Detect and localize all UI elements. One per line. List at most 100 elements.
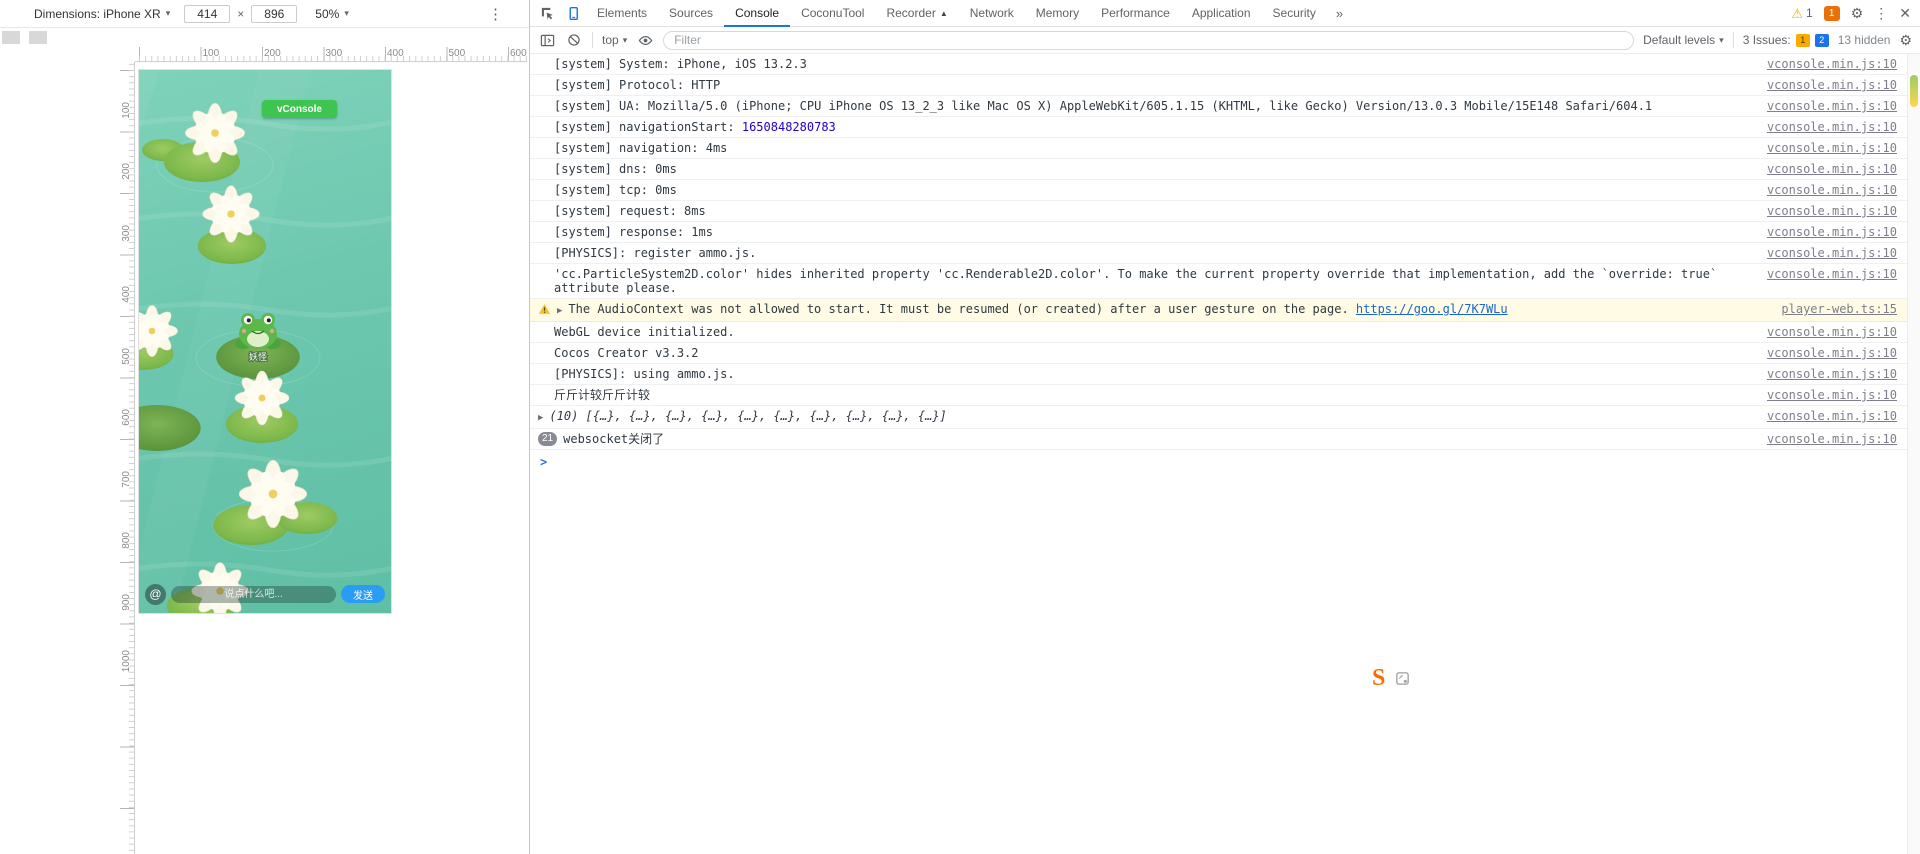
ruler-label: 1000 [121,650,132,673]
source-link[interactable]: vconsole.min.js:10 [1767,325,1897,339]
vconsole-button[interactable]: vConsole [262,100,337,118]
console-sidebar-icon[interactable] [538,31,556,49]
ruler-label: 200 [264,48,281,59]
send-button[interactable]: 发送 [341,585,385,603]
scrollbar-thumb[interactable] [1910,75,1918,107]
console-settings-gear-icon[interactable]: ⚙ [1899,33,1912,47]
chevron-down-icon: ▾ [344,8,349,18]
tab-security[interactable]: Security [1262,0,1327,27]
device-toolbar-toggle-icon[interactable] [560,0,586,26]
more-tabs-icon[interactable]: » [1327,6,1352,21]
device-toolbar: Dimensions: iPhone XR ▾ × 50% ▾ ⋮ [0,0,529,28]
window-fragment [2,31,20,44]
console-message: [system] UA: Mozilla/5.0 (iPhone; CPU iP… [530,96,1907,117]
source-link[interactable]: player-web.ts:15 [1781,302,1897,316]
hidden-messages-count[interactable]: 13 hidden [1838,33,1891,47]
source-link[interactable]: vconsole.min.js:10 [1767,367,1897,381]
source-link[interactable]: vconsole.min.js:10 [1767,246,1897,260]
chat-input[interactable] [171,585,336,603]
devtools-menu-icon[interactable]: ⋮ [1874,6,1888,20]
device-type-dropdown[interactable]: Dimensions: iPhone XR ▾ [34,7,170,21]
console-message: [PHYSICS]: register ammo.js. vconsole.mi… [530,243,1907,264]
pond-game-scene: 妖怪 [139,70,391,613]
console-prompt[interactable]: > [530,450,1907,473]
console-filter-input[interactable] [663,30,1635,50]
mention-icon[interactable]: @ [145,583,166,605]
tab-sources[interactable]: Sources [658,0,724,27]
ruler-label: 200 [121,163,132,180]
console-repeated-message: 21 websocket关闭了 vconsole.min.js:10 [530,429,1907,450]
console-message: [system] System: iPhone, iOS 13.2.3 vcon… [530,54,1907,75]
context-selector[interactable]: top ▾ [602,33,627,47]
extension-s-logo[interactable]: S [1372,666,1385,690]
console-message: [system] response: 1ms vconsole.min.js:1… [530,222,1907,243]
source-link[interactable]: vconsole.min.js:10 [1767,204,1897,218]
floating-widget: S [1372,666,1410,690]
source-link[interactable]: vconsole.min.js:10 [1767,183,1897,197]
source-link[interactable]: vconsole.min.js:10 [1767,267,1897,281]
source-link[interactable]: vconsole.min.js:10 [1767,57,1897,71]
source-link[interactable]: vconsole.min.js:10 [1767,141,1897,155]
source-link[interactable]: vconsole.min.js:10 [1767,162,1897,176]
source-link[interactable]: vconsole.min.js:10 [1767,346,1897,360]
capture-tool-icon[interactable] [1394,670,1410,686]
ruler-label: 500 [121,348,132,365]
source-link[interactable]: vconsole.min.js:10 [1767,432,1897,446]
prompt-chevron-icon: > [540,455,548,469]
expand-arrow-icon[interactable]: ▶ [538,411,543,425]
log-levels-dropdown[interactable]: Default levels ▾ [1643,33,1724,47]
tab-application[interactable]: Application [1181,0,1262,27]
chat-bar: @ 发送 [139,582,391,606]
tab-network[interactable]: Network [959,0,1025,27]
viewport-width-input[interactable] [184,4,231,23]
devtools-panel: Elements Sources Console CoconuTool Reco… [530,0,1920,854]
warnings-counter[interactable]: ⚠ 1 [1791,6,1812,20]
ruler-label: 600 [510,48,527,59]
device-emulation-pane: Dimensions: iPhone XR ▾ × 50% ▾ ⋮ 100 20… [0,0,530,854]
tab-elements[interactable]: Elements [586,0,658,27]
source-link[interactable]: vconsole.min.js:10 [1767,388,1897,402]
console-output: [system] System: iPhone, iOS 13.2.3 vcon… [530,54,1907,854]
chevron-down-icon: ▾ [622,34,628,45]
ruler-label: 300 [325,48,343,59]
source-link[interactable]: vconsole.min.js:10 [1767,409,1897,423]
errors-counter[interactable]: 1 [1823,5,1840,21]
tab-memory[interactable]: Memory [1025,0,1090,27]
tab-recorder[interactable]: Recorder ▲ [875,0,958,27]
repeat-count-badge: 21 [538,432,558,446]
settings-gear-icon[interactable]: ⚙ [1851,6,1864,20]
expand-arrow-icon[interactable]: ▶ [557,304,562,318]
tab-console[interactable]: Console [724,0,790,27]
console-scrollbar[interactable] [1907,54,1920,854]
viewport-height-input[interactable] [251,4,298,23]
clear-console-icon[interactable] [565,31,583,49]
tab-coconutool[interactable]: CoconuTool [790,0,875,27]
live-expression-eye-icon[interactable] [636,31,654,49]
vertical-ruler: 100 200 300 400 500 600 700 800 900 1000 [120,62,135,854]
device-toolbar-menu-icon[interactable]: ⋮ [488,5,503,23]
source-link[interactable]: vconsole.min.js:10 [1767,78,1897,92]
console-message: [PHYSICS]: using ammo.js. vconsole.min.j… [530,364,1907,385]
separator [1732,32,1734,48]
inspect-element-icon[interactable] [534,0,560,26]
tab-performance[interactable]: Performance [1090,0,1181,27]
ruler-label: 400 [387,48,404,59]
issue-warning-chip: 1 [1795,33,1810,47]
source-link[interactable]: vconsole.min.js:10 [1767,99,1897,113]
ruler-label: 100 [202,48,220,59]
zoom-dropdown[interactable]: 50% ▾ [315,7,349,21]
console-warning-message: ▶ The AudioContext was not allowed to st… [530,299,1907,322]
ruler-label: 400 [121,286,132,303]
console-message: [system] navigation: 4ms vconsole.min.js… [530,138,1907,159]
ruler-label: 800 [121,532,132,549]
source-link[interactable]: vconsole.min.js:10 [1767,120,1897,134]
source-link[interactable]: vconsole.min.js:10 [1767,225,1897,239]
issues-counter[interactable]: 3 Issues: 1 2 [1743,33,1829,47]
console-message: [system] navigationStart: 1650848280783 … [530,117,1907,138]
ruler-label: 100 [121,102,132,119]
window-fragment [29,31,47,44]
external-link[interactable]: https://goo.gl/7K7WLu [1356,302,1508,316]
devtools-tabbar: Elements Sources Console CoconuTool Reco… [530,0,1920,27]
console-message: Cocos Creator v3.3.2 vconsole.min.js:10 [530,343,1907,364]
close-devtools-icon[interactable]: ✕ [1899,6,1911,20]
